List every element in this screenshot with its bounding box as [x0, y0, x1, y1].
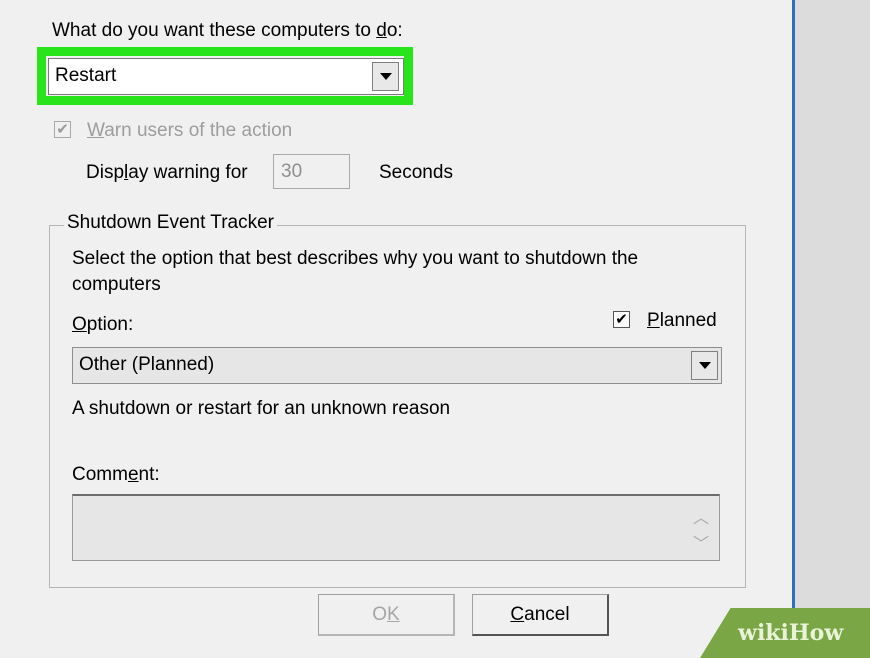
warn-label-rest: arn users of the action	[104, 120, 293, 141]
option-label-rest: ption:	[86, 314, 134, 335]
warn-hotkey: W	[87, 120, 105, 141]
scroll-down-icon[interactable]: ﹀	[693, 530, 709, 554]
warning-seconds-value: 30	[281, 161, 303, 182]
comment-textarea[interactable]: ︿ ﹀	[72, 494, 720, 561]
display-warning-label: Display warning for	[86, 162, 248, 184]
planned-label: Planned	[647, 310, 717, 332]
question-prefix: What do you want these computers to	[52, 20, 377, 41]
action-question-label: What do you want these computers to do:	[52, 20, 403, 42]
tracker-title: Shutdown Event Tracker	[64, 212, 277, 234]
ok-hotkey: K	[387, 603, 400, 625]
checkmark-icon: ✔	[615, 311, 628, 328]
question-hotkey: d	[376, 20, 387, 41]
option-description: A shutdown or restart for an unknown rea…	[72, 398, 451, 419]
watermark-text: wikiHow	[738, 620, 844, 646]
chevron-down-icon[interactable]	[691, 351, 718, 380]
warning-seconds-input[interactable]: 30	[273, 154, 350, 189]
option-select-value: Other (Planned)	[79, 354, 215, 375]
action-select[interactable]: Restart	[48, 58, 404, 95]
option-hotkey: O	[72, 314, 87, 335]
seconds-label: Seconds	[379, 162, 453, 183]
shutdown-dialog: What do you want these computers to do: …	[0, 0, 795, 658]
cancel-button[interactable]: Cancel	[472, 594, 609, 636]
comment-prefix: Comm	[72, 464, 128, 485]
ok-prefix: O	[372, 603, 388, 625]
comment-label: Comment:	[72, 464, 160, 486]
chevron-down-icon[interactable]	[372, 62, 399, 91]
action-select-value: Restart	[55, 65, 117, 86]
warn-users-checkbox[interactable]: ✔	[54, 121, 71, 138]
option-select[interactable]: Other (Planned)	[72, 347, 722, 384]
scroll-up-icon[interactable]: ︿	[693, 504, 709, 528]
warn-users-label: Warn users of the action	[87, 120, 292, 142]
planned-checkbox[interactable]: ✔	[613, 311, 630, 328]
comment-hotkey: e	[127, 464, 139, 485]
display-prefix: Disp	[86, 162, 125, 183]
ok-button[interactable]: OK	[318, 594, 455, 636]
tracker-description-line2: computers	[72, 274, 161, 295]
tracker-description-line1: Select the option that best describes wh…	[72, 248, 639, 269]
question-suffix: o:	[386, 20, 403, 41]
checkmark-icon: ✔	[56, 121, 69, 138]
planned-label-rest: lanned	[659, 310, 717, 331]
option-label: Option:	[72, 314, 133, 336]
cancel-hotkey: C	[510, 603, 525, 625]
desktop-background	[795, 0, 870, 658]
comment-suffix: nt:	[138, 464, 160, 485]
display-suffix: ay warning for	[128, 162, 248, 183]
cancel-rest: ancel	[524, 603, 570, 625]
planned-hotkey: P	[647, 310, 660, 331]
